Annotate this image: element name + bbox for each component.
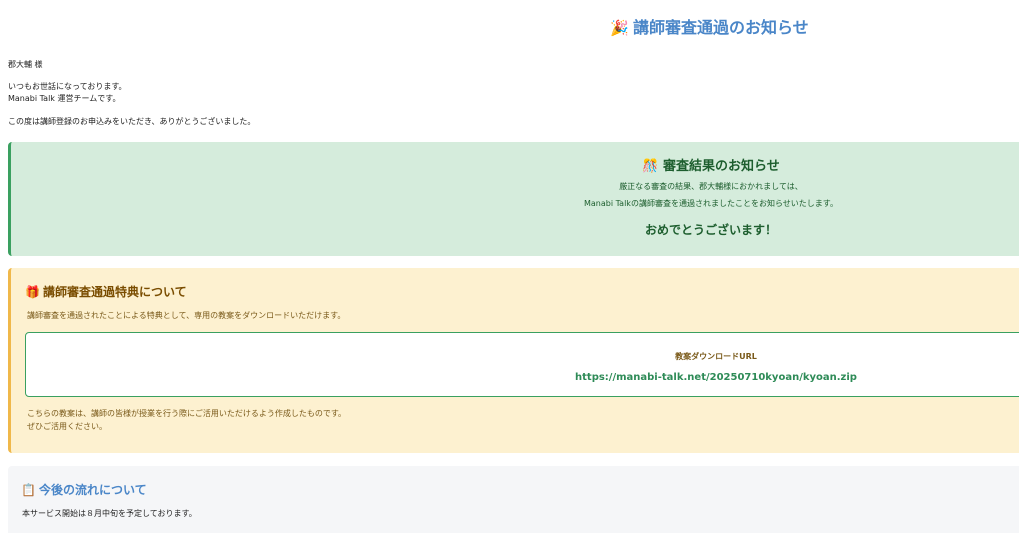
benefit-title: 🎁 講師審査通過特典について [25,283,187,300]
next-steps-text: 本サービス開始は８月中旬を予定しております。 [22,509,197,518]
next-steps-title: 📋 今後の流れについて [21,481,147,498]
next-steps-title-text: 今後の流れについて [38,483,147,497]
congratulations-text: おめでとうございます！ [644,223,777,237]
confetti-ball-icon: 🎊 [642,159,659,174]
recipient-name: 郡大輔 様 [8,60,43,69]
greeting-line-1: いつもお世話になっております。 [8,82,127,91]
benefit-title-text: 講師審査通過特典について [42,285,187,299]
page-title: 🎉 講師審査通過のお知らせ [0,14,1019,38]
result-notice-title-text: 審査結果のお知らせ [662,159,780,174]
download-label: 教案ダウンロードURL [675,352,757,361]
benefit-description: 講師審査を通過されたことによる特典として、専用の教案をダウンロードいただけます。 [27,311,346,320]
benefit-box: 🎁 講師審査通過特典について 講師審査を通過されたことによる特典として、専用の教案… [8,268,1019,453]
page-title-text: 講師審査通過のお知らせ [633,18,809,37]
clipboard-icon: 📋 [21,483,36,497]
greeting-line-2: Manabi Talk 運営チームです。 [8,94,121,103]
party-popper-icon: 🎉 [610,19,629,37]
greeting-line-3: この度は講師登録のお申込みをいただき、ありがとうございました。 [8,117,256,126]
download-box: 教案ダウンロードURL https://manabi-talk.net/2025… [25,332,1019,397]
result-notice-box: 🎊 審査結果のお知らせ 厳正なる審査の結果、郡大輔様におかれましては、 Mana… [8,142,1019,256]
benefit-note-2: ぜひご活用ください。 [27,422,107,431]
result-notice-title: 🎊 審査結果のお知らせ [11,155,1019,174]
result-notice-line-1: 厳正なる審査の結果、郡大輔様におかれましては、 [619,182,803,191]
gift-icon: 🎁 [25,285,40,299]
greeting-lines: いつもお世話になっております。 Manabi Talk 運営チームです。 [8,81,127,105]
benefit-note-1: こちらの教案は、講師の皆様が授業を行う際にご活用いただけるよう作成したものです。 [27,409,347,418]
next-steps-box: 📋 今後の流れについて 本サービス開始は８月中旬を予定しております。 [8,466,1019,533]
email-page: 🎉 講師審査通過のお知らせ 郡大輔 様 いつもお世話になっております。 Manab… [0,0,1019,533]
download-link[interactable]: https://manabi-talk.net/20250710kyoan/ky… [26,372,1019,383]
result-notice-line-2: Manabi Talkの講師審査を通過されましたことをお知らせいたします。 [584,199,838,208]
